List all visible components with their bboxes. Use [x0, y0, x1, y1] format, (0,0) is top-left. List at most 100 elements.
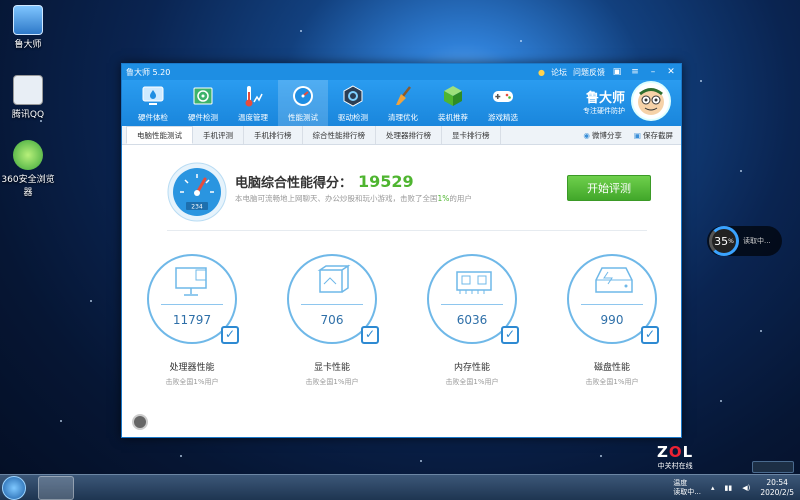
desktop-icon-qq[interactable]: 腾讯QQ: [0, 75, 56, 120]
metric-value: 11797: [172, 313, 212, 327]
score-desc-pct: 1%: [437, 194, 450, 203]
brand-slogan: 专注硬件防护: [583, 106, 625, 115]
weibo-share-button[interactable]: ◉ 微博分享: [583, 130, 622, 141]
tool-label: 性能测试: [288, 113, 318, 122]
menu-icon[interactable]: ≡: [629, 67, 641, 77]
driver-icon: [340, 83, 366, 109]
metric-sub: 击败全国1%用户: [585, 378, 639, 386]
desktop-icon-label: 360安全浏览器: [1, 175, 55, 198]
main-toolbar: 硬件体检 硬件检测 温度管理 性能测试 驱动检测 清理优化 装机推荐 游戏精选 …: [122, 80, 681, 126]
skin-icon[interactable]: ▣: [611, 67, 623, 77]
metric-label: 磁盘性能: [593, 363, 630, 373]
desktop-icon-ludashi[interactable]: 鲁大师: [0, 5, 56, 50]
clock-date: 2020/2/5: [760, 488, 794, 497]
metric-baseline: [301, 304, 363, 305]
metric-value: 990: [600, 313, 624, 327]
tray-clock[interactable]: 20:54 2020/2/5: [760, 478, 794, 498]
hardware-checkup-icon: [140, 83, 166, 109]
score-desc-before: 本电脑可流畅地上网聊天、办公炒股和玩小游戏，击败了全国: [235, 194, 438, 203]
metric-label: 处理器性能: [169, 363, 215, 373]
title-bar[interactable]: 鲁大师 5.20 ● 论坛 问题反馈 ▣ ≡ – ✕: [122, 64, 681, 80]
metric-sub: 击败全国1%用户: [445, 378, 499, 386]
start-benchmark-button[interactable]: 开始评测: [567, 175, 651, 201]
medal-icon[interactable]: ●: [538, 68, 545, 77]
weibo-icon: ◉: [583, 130, 590, 140]
score-desc-after: 的用户: [449, 194, 472, 203]
score-title: 电脑综合性能得分：: [235, 176, 353, 191]
tray-expand-icon[interactable]: ▴: [711, 484, 715, 492]
tool-label: 硬件检测: [188, 113, 218, 122]
close-button[interactable]: ✕: [665, 67, 677, 77]
ludashi-window: 鲁大师 5.20 ● 论坛 问题反馈 ▣ ≡ – ✕ 硬件体检 硬件检测 温度管…: [121, 63, 682, 438]
tab-phone-ranking[interactable]: 手机排行榜: [244, 126, 303, 144]
clock-time: 20:54: [766, 478, 788, 487]
metric-baseline: [441, 304, 503, 305]
metric-label: 内存性能: [453, 363, 490, 373]
check-icon: ✓: [361, 326, 379, 344]
metric-gpu[interactable]: 706 ✓ 显卡性能 击败全国1%用户: [282, 254, 382, 387]
metric-cpu[interactable]: 11797 ✓ 处理器性能 击败全国1%用户: [142, 254, 242, 387]
desktop-icon-label: 腾讯QQ: [11, 110, 45, 120]
tool-cleanup[interactable]: 清理优化: [378, 80, 428, 126]
metric-disk[interactable]: 990 ✓ 磁盘性能 击败全国1%用户: [562, 254, 662, 387]
tool-driver[interactable]: 驱动检测: [328, 80, 378, 126]
performance-gauge-icon: [290, 83, 316, 109]
metric-circle: 706 ✓: [287, 254, 379, 344]
tool-performance[interactable]: 性能测试: [278, 80, 328, 126]
network-icon[interactable]: ▮▮: [724, 484, 732, 492]
tray-temperature[interactable]: 温度 读取中...: [673, 479, 701, 497]
metric-value: 706: [320, 313, 344, 327]
weibo-share-label: 微博分享: [591, 130, 622, 140]
graphics-card-icon: [317, 264, 351, 293]
floating-speed-widget[interactable]: 35% 读取中...: [707, 226, 782, 256]
zol-watermark: ZOL 中关村在线: [657, 443, 693, 471]
metric-sub: 击败全国1%用户: [305, 378, 359, 386]
tool-games[interactable]: 游戏精选: [478, 80, 528, 126]
temperature-icon: [240, 83, 266, 109]
tool-temperature[interactable]: 温度管理: [228, 80, 278, 126]
tab-pc-performance[interactable]: 电脑性能测试: [126, 126, 193, 144]
metric-circle: 11797 ✓: [147, 254, 239, 344]
tab-gpu-ranking[interactable]: 显卡排行榜: [442, 126, 501, 144]
desktop-icon-label: 鲁大师: [14, 40, 42, 50]
check-icon: ✓: [641, 326, 659, 344]
minimize-button[interactable]: –: [647, 67, 659, 77]
settings-orb-icon[interactable]: [132, 414, 148, 430]
tool-label: 驱动检测: [338, 113, 368, 122]
metric-circle: 990 ✓: [567, 254, 659, 344]
tab-phone-review[interactable]: 手机评测: [193, 126, 244, 144]
tab-overall-ranking[interactable]: 综合性能排行榜: [303, 126, 376, 144]
tool-hardware-checkup[interactable]: 硬件体检: [128, 80, 178, 126]
widget-unit: %: [728, 237, 734, 245]
tool-build-recommend[interactable]: 装机推荐: [428, 80, 478, 126]
tool-label: 游戏精选: [488, 113, 518, 122]
start-button[interactable]: [2, 476, 26, 500]
tray-popup[interactable]: [752, 461, 794, 473]
check-icon: ✓: [501, 326, 519, 344]
section-divider: [167, 230, 647, 231]
taskbar: 温度 读取中... ▴ ▮▮ ◀) 20:54 2020/2/5: [0, 474, 800, 500]
volume-icon[interactable]: ◀): [742, 484, 750, 492]
save-screenshot-button[interactable]: ▣ 保存截屏: [634, 130, 673, 141]
tool-hardware-detect[interactable]: 硬件检测: [178, 80, 228, 126]
score-heading: 电脑综合性能得分： 19529: [235, 172, 414, 191]
metric-baseline: [161, 304, 223, 305]
window-title: 鲁大师 5.20: [126, 67, 171, 77]
tab-cpu-ranking[interactable]: 处理器排行榜: [376, 126, 442, 144]
feedback-link[interactable]: 问题反馈: [573, 67, 605, 78]
metric-memory[interactable]: 6036 ✓ 内存性能 击败全国1%用户: [422, 254, 522, 387]
taskbar-ludashi-button[interactable]: [38, 476, 74, 500]
save-screenshot-label: 保存截屏: [643, 130, 673, 140]
brand-name: 鲁大师: [585, 90, 625, 106]
tool-label: 装机推荐: [438, 113, 468, 122]
tool-label: 温度管理: [238, 113, 268, 122]
desktop-icon-360[interactable]: 360安全浏览器: [0, 140, 56, 198]
metric-value: 6036: [456, 313, 488, 327]
mascot-avatar-icon: [631, 81, 671, 121]
forum-link[interactable]: 论坛: [551, 67, 567, 78]
score-description: 本电脑可流畅地上网聊天、办公炒股和玩小游戏，击败了全国1%的用户: [235, 193, 472, 204]
ludashi-app-icon: [13, 5, 43, 35]
cpu-monitor-icon: [175, 267, 207, 296]
disk-drive-icon: [595, 267, 633, 293]
cube-icon: [440, 83, 466, 109]
